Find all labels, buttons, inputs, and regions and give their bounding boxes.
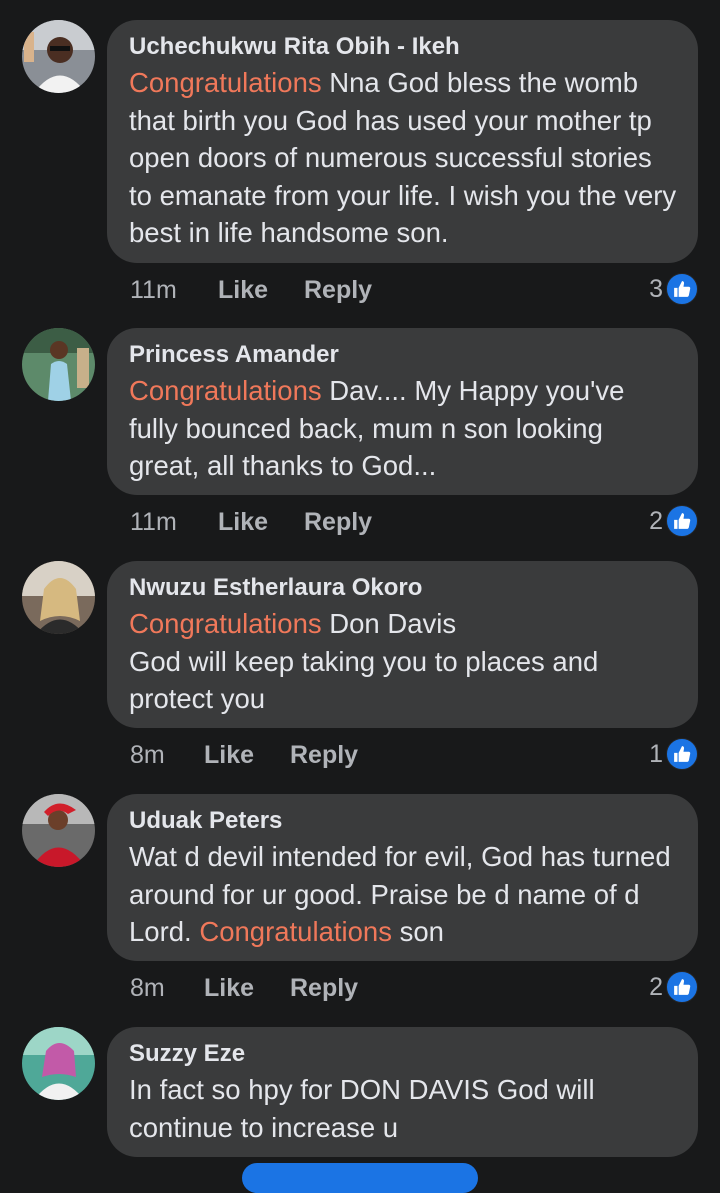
- reaction-summary[interactable]: 2: [649, 504, 698, 538]
- comment-bubble: Suzzy Eze In fact so hpy for DON DAVIS G…: [107, 1027, 698, 1157]
- highlight-link[interactable]: Congratulations: [129, 608, 322, 639]
- comment-text: Congratulations Dav.... My Happy you've …: [129, 372, 678, 485]
- reaction-count: 1: [649, 739, 663, 768]
- comment-bubble: Nwuzu Estherlaura Okoro Congratulations …: [107, 561, 698, 728]
- like-thumbs-up-icon: [666, 971, 698, 1003]
- like-button[interactable]: Like: [218, 508, 268, 537]
- comment-bubble: Uduak Peters Wat d devil intended for ev…: [107, 794, 698, 961]
- like-thumbs-up-icon: [666, 738, 698, 770]
- reaction-summary[interactable]: 2: [649, 970, 698, 1004]
- comment-author[interactable]: Nwuzu Estherlaura Okoro: [129, 573, 678, 603]
- comment-text: Congratulations Nna God bless the womb t…: [129, 64, 678, 252]
- comment-text: In fact so hpy for DON DAVIS God will co…: [129, 1074, 595, 1143]
- like-thumbs-up-icon: [666, 273, 698, 305]
- reaction-count: 2: [649, 506, 663, 535]
- avatar[interactable]: [22, 1027, 95, 1100]
- highlight-link[interactable]: Congratulations: [129, 67, 322, 98]
- comment-text: Wat d devil intended for evil, God has t…: [129, 838, 678, 951]
- reaction-count: 3: [649, 274, 663, 303]
- comment-author[interactable]: Uchechukwu Rita Obih - Ikeh: [129, 32, 678, 62]
- comment-author[interactable]: Uduak Peters: [129, 806, 678, 836]
- like-button[interactable]: Like: [204, 741, 254, 770]
- reaction-summary[interactable]: 1: [649, 737, 698, 771]
- avatar[interactable]: [22, 561, 95, 634]
- like-button[interactable]: Like: [218, 276, 268, 305]
- reply-button[interactable]: Reply: [290, 974, 358, 1003]
- comment-bubble: Uchechukwu Rita Obih - Ikeh Congratulati…: [107, 20, 698, 263]
- comment-body-end: son: [391, 916, 444, 947]
- like-button[interactable]: Like: [204, 974, 254, 1003]
- comment-actions: 8m Like Reply 2: [130, 968, 698, 1008]
- comment-author[interactable]: Suzzy Eze: [129, 1039, 678, 1069]
- reaction-summary[interactable]: 3: [649, 272, 698, 306]
- comment-author[interactable]: Princess Amander: [129, 340, 678, 370]
- avatar[interactable]: [22, 20, 95, 93]
- comment-actions: 11m Like Reply 2: [130, 502, 698, 542]
- highlight-link[interactable]: Congratulations: [199, 916, 392, 947]
- new-comments-pill[interactable]: [242, 1163, 478, 1193]
- like-thumbs-up-icon: [666, 505, 698, 537]
- timestamp[interactable]: 8m: [130, 741, 165, 770]
- comment-actions: 11m Like Reply 3: [130, 270, 698, 310]
- reply-button[interactable]: Reply: [304, 276, 372, 305]
- reaction-count: 2: [649, 972, 663, 1001]
- comment-actions: 8m Like Reply 1: [130, 735, 698, 775]
- timestamp[interactable]: 11m: [130, 508, 177, 537]
- reply-button[interactable]: Reply: [304, 508, 372, 537]
- highlight-link[interactable]: Congratulations: [129, 375, 322, 406]
- timestamp[interactable]: 8m: [130, 974, 165, 1003]
- avatar[interactable]: [22, 794, 95, 867]
- avatar[interactable]: [22, 328, 95, 401]
- comment-bubble: Princess Amander Congratulations Dav....…: [107, 328, 698, 495]
- comment-text: Congratulations Don Davis God will keep …: [129, 605, 678, 718]
- reply-button[interactable]: Reply: [290, 741, 358, 770]
- timestamp[interactable]: 11m: [130, 276, 177, 305]
